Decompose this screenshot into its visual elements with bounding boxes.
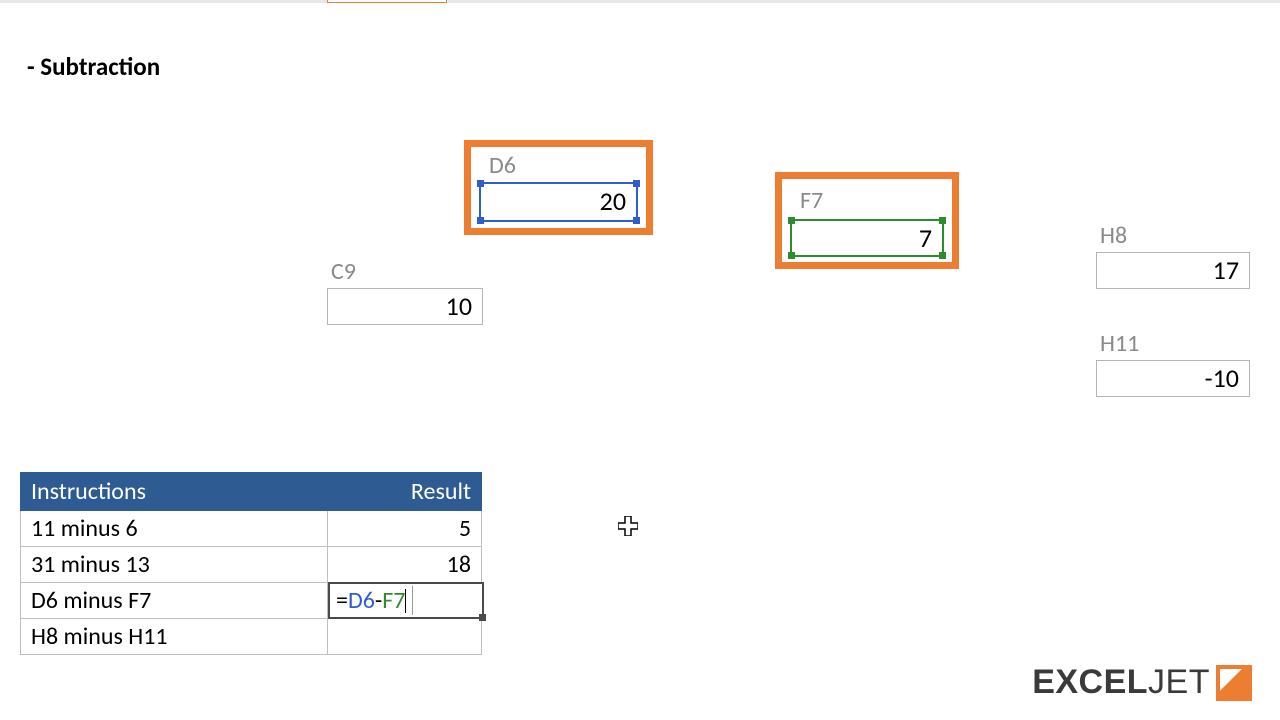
formula-equals: = (336, 586, 348, 615)
result-cell[interactable]: 18 (328, 547, 482, 583)
cell-group-c9: C9 10 (327, 257, 483, 325)
exceljet-logo: EXCELJET (1032, 663, 1252, 702)
cell-h8[interactable]: 17 (1096, 252, 1250, 289)
cell-d6[interactable]: 20 (479, 182, 638, 222)
cell-label-f7: F7 (796, 186, 823, 215)
instr-cell[interactable]: H8 minus H11 (21, 619, 328, 655)
cell-f7[interactable]: 7 (790, 219, 944, 257)
table-row: H8 minus H11 (21, 619, 482, 655)
result-cell[interactable]: 5 (328, 511, 482, 547)
cell-group-h8: H8 17 (1096, 221, 1250, 289)
instr-cell[interactable]: 11 minus 6 (21, 511, 328, 547)
instr-cell[interactable]: D6 minus F7 (21, 583, 328, 619)
formula-operator: - (375, 586, 382, 615)
active-ribbon-tab-indicator (327, 0, 447, 3)
cell-h11-value: -10 (1205, 362, 1239, 394)
cell-label-c9: C9 (327, 257, 483, 286)
logo-mark-icon (1216, 665, 1252, 701)
cell-h8-value: 17 (1213, 254, 1239, 286)
cell-label-h11: H11 (1096, 329, 1250, 358)
excel-cross-cursor-icon (618, 516, 638, 536)
result-cell[interactable] (328, 619, 482, 655)
logo-text-bold: EXCEL (1032, 663, 1148, 701)
active-formula-cell[interactable]: =D6-F7 (328, 582, 484, 619)
logo-text-thin: JET (1148, 663, 1210, 701)
cell-group-h11: H11 -10 (1096, 329, 1250, 397)
cell-label-h8: H8 (1096, 221, 1250, 250)
section-title: - Subtraction (27, 51, 160, 82)
th-result: Result (328, 473, 482, 511)
instr-cell[interactable]: 31 minus 13 (21, 547, 328, 583)
fill-handle[interactable] (479, 614, 486, 621)
th-instructions: Instructions (21, 473, 328, 511)
results-table: Instructions Result 11 minus 6 5 31 minu… (20, 472, 482, 655)
table-row: 31 minus 13 18 (21, 547, 482, 583)
formula-ref-f7: F7 (382, 586, 405, 615)
formula-ref-d6: D6 (348, 586, 375, 615)
cell-f7-value: 7 (919, 222, 932, 254)
cell-h11[interactable]: -10 (1096, 360, 1250, 397)
text-caret (405, 589, 406, 613)
cell-d6-value: 20 (600, 185, 626, 217)
table-row: 11 minus 6 5 (21, 511, 482, 547)
cell-c9-value: 10 (446, 290, 472, 322)
cell-c9[interactable]: 10 (327, 288, 483, 325)
cell-label-d6: D6 (485, 151, 516, 180)
